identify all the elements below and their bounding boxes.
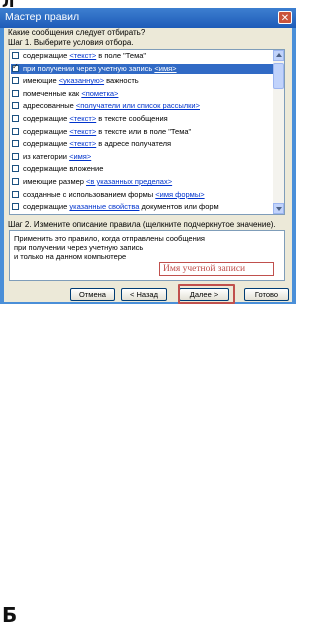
condition-text-before: имеющие размер [23, 177, 87, 186]
condition-text-before: имеющие [23, 76, 59, 86]
condition-text-before: созданные с использованием формы [23, 189, 156, 199]
condition-link[interactable]: <текст> [69, 51, 96, 60]
condition-text: адресованные <получатели или список расс… [23, 101, 200, 111]
condition-row[interactable]: из категории <имя> [11, 152, 273, 162]
condition-link[interactable]: <получатели или список рассылки> [76, 101, 200, 110]
condition-text-before: помеченные как [23, 88, 82, 98]
condition-link[interactable]: <имя> [154, 64, 176, 73]
description-line: Применить это правило, когда отправлены … [14, 234, 205, 243]
condition-link[interactable]: <текст> [69, 127, 96, 136]
chevron-up-icon [276, 53, 282, 57]
condition-text-before: из категории [23, 151, 70, 161]
condition-row[interactable]: содержащие <текст> в тексте или в поле "… [11, 127, 273, 137]
condition-checkbox[interactable] [12, 102, 19, 110]
condition-checkbox[interactable] [12, 62, 19, 72]
condition-text: при получении через учетную запись <имя> [23, 64, 177, 74]
condition-row[interactable]: содержащие указанные свойства документов… [11, 202, 273, 212]
description-line-account[interactable]: при получении через учетную запись [14, 243, 143, 252]
condition-checkbox[interactable] [12, 77, 19, 85]
annotation-label: Имя учетной записи [159, 262, 274, 276]
bottom-fragment: Б [0, 304, 296, 627]
condition-text-after: в поле "Тема" [96, 51, 147, 60]
condition-link[interactable]: <пометка> [81, 89, 118, 98]
condition-row[interactable]: при получении через учетную запись <имя> [11, 62, 273, 74]
condition-checkbox[interactable] [12, 203, 19, 211]
title-bar: Мастер правил ✕ [0, 8, 296, 28]
condition-row[interactable]: созданные с использованием формы <имя фо… [11, 190, 273, 200]
condition-text-before: содержащие вложение [23, 164, 104, 174]
finish-button[interactable]: Готово [244, 288, 289, 301]
rules-wizard-window: Мастер правил ✕ Какие сообщения следует … [0, 8, 296, 304]
condition-link[interactable]: <имя формы> [155, 190, 204, 199]
condition-checkbox[interactable] [12, 89, 19, 97]
condition-link[interactable]: <имя> [69, 152, 91, 161]
scroll-up-button[interactable] [273, 50, 284, 61]
condition-text-before: содержащие [23, 51, 70, 60]
condition-text: содержащие <текст> в тексте сообщения [23, 114, 168, 124]
condition-text-after: важность [104, 76, 139, 86]
condition-text-before: содержащие [23, 139, 70, 149]
condition-row[interactable]: адресованные <получатели или список расс… [11, 101, 273, 111]
condition-checkbox[interactable] [12, 165, 19, 173]
condition-row[interactable]: помеченные как <пометка> [11, 89, 273, 99]
condition-row[interactable]: имеющие размер <в указанных пределах> [11, 177, 273, 187]
condition-row[interactable]: содержащие <текст> в адресе получателя [11, 139, 273, 149]
scroll-down-button[interactable] [273, 203, 284, 214]
condition-text-after: документов или форм [139, 202, 219, 212]
step1-label: Шаг 1. Выберите условия отбора. [8, 38, 134, 47]
condition-row[interactable]: содержащие вложение [11, 164, 273, 174]
conditions-list[interactable]: содержащие <текст> в поле "Тема" при полу… [9, 49, 285, 215]
bottom-fragment-text: Б [2, 603, 18, 627]
condition-text-after: в адресе получателя [96, 139, 172, 149]
condition-checkbox[interactable] [12, 190, 19, 198]
condition-text-before: при получении через учетную запись [23, 63, 155, 73]
condition-text: созданные с использованием формы <имя фо… [23, 190, 205, 200]
scroll-thumb[interactable] [273, 63, 284, 89]
condition-row[interactable]: имеющие <указанную> важность [11, 76, 273, 86]
next-button-highlight [178, 284, 235, 304]
condition-text: содержащие указанные свойства документов… [23, 202, 219, 212]
description-line: и только на данном компьютере [14, 252, 127, 261]
condition-text: содержащие <текст> в поле "Тема" [23, 51, 146, 61]
condition-text: имеющие <указанную> важность [23, 76, 139, 86]
question-label: Какие сообщения следует отбирать? [8, 28, 146, 37]
condition-text-before: содержащие [23, 114, 70, 123]
condition-checkbox[interactable] [12, 178, 19, 185]
step2-label: Шаг 2. Измените описание правила (щелкни… [8, 220, 276, 229]
condition-text-before: адресованные [23, 101, 76, 111]
condition-checkbox[interactable] [12, 115, 19, 122]
condition-text-before: содержащие [23, 126, 70, 136]
condition-row[interactable]: содержащие <текст> в тексте сообщения [11, 114, 273, 124]
condition-text: содержащие вложение [23, 164, 103, 174]
condition-link[interactable]: <текст> [69, 139, 96, 148]
condition-text: содержащие <текст> в адресе получателя [23, 139, 171, 149]
close-button[interactable]: ✕ [278, 11, 292, 24]
condition-text: содержащие <текст> в тексте или в поле "… [23, 127, 191, 137]
dialog-body: Какие сообщения следует отбирать? Шаг 1.… [4, 28, 292, 304]
conditions-scrollbar[interactable] [273, 50, 284, 214]
condition-checkbox[interactable] [12, 52, 19, 59]
condition-text-after: в тексте или в поле "Тема" [96, 126, 192, 136]
back-button[interactable]: < Назад [121, 288, 167, 301]
condition-text-before: содержащие [23, 202, 70, 212]
condition-link[interactable]: <текст> [69, 114, 96, 123]
condition-link[interactable]: <в указанных пределах> [86, 177, 172, 186]
condition-text: имеющие размер <в указанных пределах> [23, 177, 172, 187]
condition-text: из категории <имя> [23, 152, 91, 162]
cancel-button[interactable]: Отмена [70, 288, 115, 301]
condition-text-after: в тексте сообщения [96, 114, 168, 123]
condition-checkbox[interactable] [12, 127, 19, 135]
condition-row[interactable]: содержащие <текст> в поле "Тема" [11, 51, 273, 61]
condition-text: помеченные как <пометка> [23, 89, 118, 99]
top-fragment: Л [0, 0, 296, 11]
condition-checkbox[interactable] [12, 152, 19, 160]
condition-checkbox[interactable] [12, 140, 19, 148]
condition-link[interactable]: <указанную> [59, 76, 104, 85]
chevron-down-icon [276, 207, 282, 211]
condition-link[interactable]: указанные свойства [69, 202, 139, 211]
window-title: Мастер правил [5, 11, 80, 23]
